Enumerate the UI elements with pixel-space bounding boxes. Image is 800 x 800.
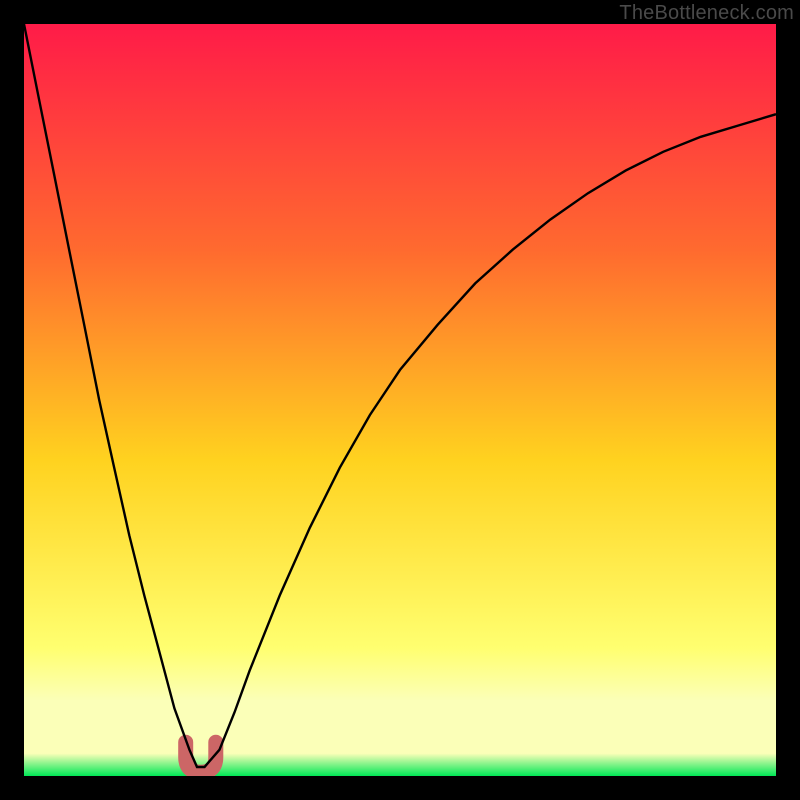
attribution-label: TheBottleneck.com <box>619 2 794 25</box>
chart-area <box>24 24 776 776</box>
bottleneck-chart <box>24 24 776 776</box>
gradient-background <box>24 24 776 776</box>
